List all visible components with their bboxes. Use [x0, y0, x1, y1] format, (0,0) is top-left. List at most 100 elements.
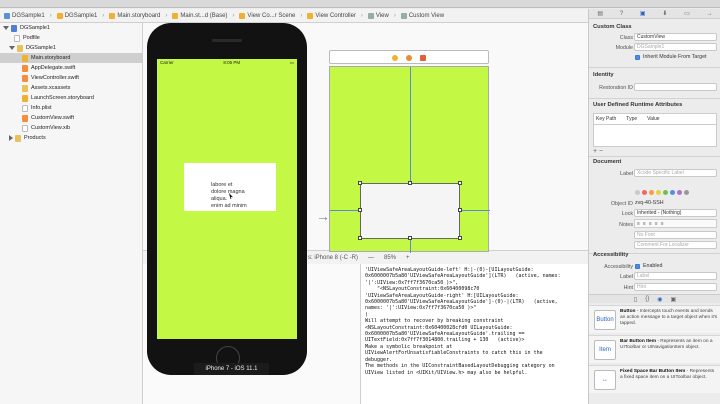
console-line: 0x6000007b5a80'UIViewSafeAreaLayoutGuide…	[365, 273, 561, 280]
disclosure-triangle-icon[interactable]	[9, 135, 13, 141]
nav-item-assets[interactable]: Assets.xcassets	[0, 83, 143, 93]
button-icon: Button	[594, 310, 616, 330]
code-snippet-icon[interactable]: {}	[645, 296, 649, 302]
label-color-purple[interactable]	[677, 190, 682, 195]
jump-bar-item[interactable]: DGSample1	[56, 12, 97, 19]
file-template-icon[interactable]: ▯	[634, 296, 637, 303]
scene-icon	[239, 12, 246, 19]
inherit-module-checkbox[interactable]	[635, 55, 640, 60]
add-remove-buttons[interactable]: + −	[593, 148, 603, 155]
nav-item-appdelegate[interactable]: AppDelegate.swift	[0, 63, 143, 73]
identity-inspector: ▤ ? ▣ ⬇ ▭ → Custom Class Class CustomVie…	[588, 9, 720, 404]
disclosure-triangle-icon[interactable]	[9, 46, 15, 50]
align-right-icon[interactable]: ≡	[649, 221, 652, 227]
zoom-out-button[interactable]: —	[368, 255, 374, 261]
nav-item-project[interactable]: DGSample1	[0, 23, 143, 33]
library-item-button[interactable]: Button Button - Intercepts touch events …	[589, 305, 720, 333]
resize-handle[interactable]	[458, 208, 462, 212]
resize-handle[interactable]	[358, 181, 362, 185]
font-field[interactable]: No Font	[634, 231, 717, 239]
comment-field[interactable]: Comment For Localizer	[634, 241, 717, 249]
custom-view-selected[interactable]	[360, 183, 460, 239]
simulator-device: Carrier 8:05 PM ▭ labore et dolore magna…	[147, 23, 307, 375]
storyboard-icon	[22, 94, 28, 102]
label-color-gray[interactable]	[684, 190, 689, 195]
media-library-icon[interactable]: ▣	[670, 296, 676, 303]
nav-item-main-storyboard[interactable]: Main.storyboard	[0, 53, 143, 63]
runtime-attributes-table[interactable]: Key Path Type Value	[593, 113, 717, 125]
jump-bar-item[interactable]: DGSample1	[4, 12, 45, 19]
view-controller-scene-header[interactable]	[329, 50, 489, 64]
jump-bar-item[interactable]: View	[367, 12, 389, 19]
align-center-icon[interactable]: ≡	[643, 221, 646, 227]
label-color-orange[interactable]	[649, 190, 654, 195]
restoration-id-field[interactable]	[634, 83, 717, 91]
storyboard-icon	[22, 54, 28, 62]
label-color-blue[interactable]	[670, 190, 675, 195]
view-controller-scene[interactable]	[329, 66, 490, 253]
jump-bar-item[interactable]: Main.storyboard	[109, 12, 160, 19]
list-icon[interactable]: ≡	[661, 221, 664, 227]
view-controller-icon[interactable]	[392, 55, 398, 61]
hint-field[interactable]: Hint	[634, 283, 717, 291]
first-responder-icon[interactable]	[406, 55, 412, 61]
nav-item-viewcontroller[interactable]: ViewController.swift	[0, 73, 143, 83]
label-color-green[interactable]	[663, 190, 668, 195]
exit-icon[interactable]	[420, 55, 426, 61]
accessibility-enabled-checkbox[interactable]	[635, 264, 640, 269]
accessibility-label: Accessibility	[604, 264, 633, 270]
chevron-right-icon: ›	[165, 12, 168, 19]
acc-label-field[interactable]: Label	[634, 272, 717, 280]
object-library-icon[interactable]: ◉	[657, 296, 662, 303]
notes-toolbar[interactable]: ≡ ≡ ≡ ≡ ≡	[634, 219, 717, 228]
jump-bar-item[interactable]: Main.st...d (Base)	[172, 12, 227, 19]
divider	[589, 156, 720, 157]
library-item-bar-button[interactable]: Item Bar Button Item - Represents an ite…	[589, 335, 720, 363]
identity-inspector-icon[interactable]: ▣	[640, 10, 646, 17]
resize-handle[interactable]	[408, 236, 412, 240]
nav-item-products[interactable]: Products	[0, 133, 143, 143]
nav-item-customview-xib[interactable]: CustomView.xib	[0, 123, 143, 133]
class-field[interactable]: CustomView	[634, 33, 717, 41]
justify-icon[interactable]: ≡	[655, 221, 658, 227]
label-color-x[interactable]	[635, 190, 640, 195]
tab-bar	[0, 0, 720, 8]
hint-label: Hint	[623, 285, 633, 291]
doc-label-field[interactable]: Xcode Specific Label	[634, 169, 717, 177]
nav-item-podfile[interactable]: Podfile	[0, 33, 143, 43]
attributes-icon[interactable]: ⬇	[662, 10, 667, 17]
resize-handle[interactable]	[458, 236, 462, 240]
custom-view-card[interactable]: labore et dolore magna aliqua. enim ad m…	[184, 163, 276, 211]
resize-handle[interactable]	[358, 208, 362, 212]
zoom-in-button[interactable]: +	[406, 255, 410, 261]
resize-handle[interactable]	[458, 181, 462, 185]
connections-icon[interactable]: →	[707, 11, 713, 17]
size-icon[interactable]: ▭	[684, 10, 690, 17]
resize-handle[interactable]	[358, 236, 362, 240]
module-field[interactable]: DGSample1	[634, 43, 717, 51]
jump-bar-item[interactable]: View Controller	[307, 12, 356, 19]
help-icon[interactable]: ?	[620, 11, 623, 17]
resize-handle[interactable]	[408, 181, 412, 185]
simulator-screen[interactable]: Carrier 8:05 PM ▭ labore et dolore magna…	[157, 59, 297, 339]
align-left-icon[interactable]: ≡	[637, 221, 640, 227]
nav-item-group[interactable]: DGSample1	[0, 43, 143, 53]
disclosure-triangle-icon[interactable]	[3, 26, 9, 30]
library-item-fixed-space[interactable]: ↔ Fixed Space Bar Button Item - Represen…	[589, 365, 720, 393]
device-selector[interactable]: s: iPhone 8 (-C -R)	[308, 255, 358, 261]
runtime-attributes-body[interactable]	[593, 125, 717, 147]
file-inspector-icon[interactable]: ▤	[597, 10, 603, 17]
jump-bar-item[interactable]: View Co...r Scene	[239, 12, 295, 19]
label-color-red[interactable]	[642, 190, 647, 195]
section-accessibility: Accessibility	[593, 252, 629, 258]
jump-bar-item[interactable]: Custom View	[400, 12, 444, 19]
console-output[interactable]: 'UIViewSafeAreaLayoutGuide-left' H:|-(0)…	[361, 264, 588, 404]
lock-select[interactable]: Inherited - (Nothing)	[634, 209, 717, 217]
swift-file-icon	[22, 74, 28, 82]
nav-item-infoplist[interactable]: Info.plist	[0, 103, 143, 113]
nav-item-customview-swift[interactable]: CustomView.swift	[0, 113, 143, 123]
notes-label: Notes	[619, 222, 633, 228]
nav-item-launchscreen[interactable]: LaunchScreen.storyboard	[0, 93, 143, 103]
divider	[589, 98, 720, 99]
label-color-yellow[interactable]	[656, 190, 661, 195]
